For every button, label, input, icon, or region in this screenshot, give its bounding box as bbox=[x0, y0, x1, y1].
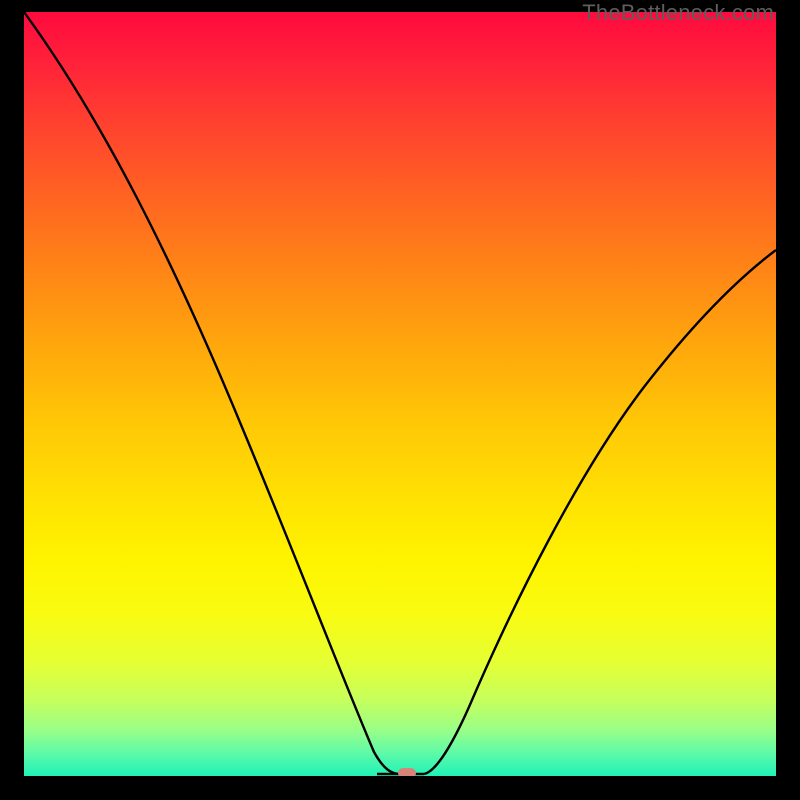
plot-area bbox=[24, 12, 776, 776]
minimum-marker bbox=[398, 768, 416, 776]
bottleneck-curve bbox=[24, 12, 776, 776]
curve-left-branch bbox=[24, 12, 400, 774]
curve-right-branch bbox=[424, 250, 776, 774]
chart-frame: TheBottleneck.com bbox=[0, 0, 800, 800]
